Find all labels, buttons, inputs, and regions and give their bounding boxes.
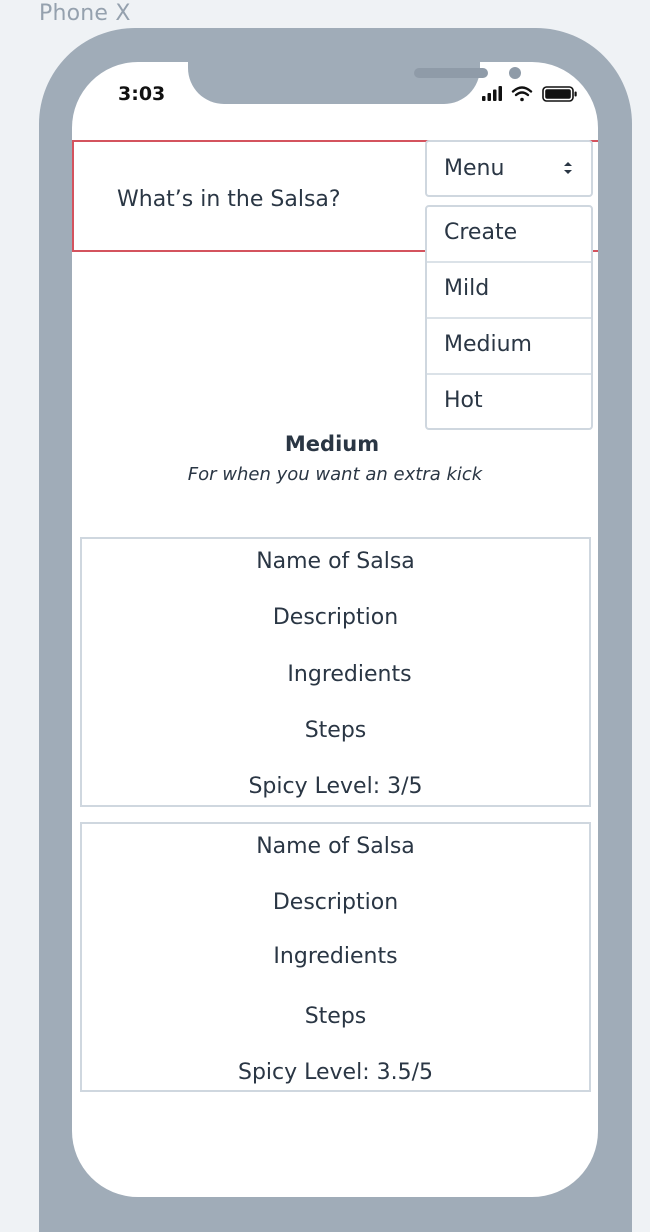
menu-item-label: Medium xyxy=(444,332,532,357)
menu-item-medium[interactable]: Medium xyxy=(427,319,591,375)
menu-select-label: Menu xyxy=(444,156,505,181)
salsa-steps: Steps xyxy=(304,718,367,743)
menu-item-label: Create xyxy=(444,220,518,245)
menu-dropdown: Create Mild Medium Hot xyxy=(425,205,593,430)
level-heading: Medium xyxy=(284,432,380,456)
salsa-ingredients: Ingredients xyxy=(273,944,398,969)
menu-item-label: Mild xyxy=(444,276,490,301)
salsa-name: Name of Salsa xyxy=(256,549,415,574)
menu-item-mild[interactable]: Mild xyxy=(427,263,591,319)
salsa-card[interactable]: Name of Salsa Description Ingredients St… xyxy=(80,822,591,1092)
page-title: What’s in the Salsa? xyxy=(117,187,341,212)
phone-notch xyxy=(188,62,521,104)
salsa-description: Description xyxy=(272,890,399,915)
updown-arrows-icon xyxy=(564,162,572,174)
speaker-grille xyxy=(414,68,488,78)
wifi-icon xyxy=(511,86,533,102)
salsa-card[interactable]: Name of Salsa Description Ingredients St… xyxy=(80,537,591,807)
salsa-ingredients: Ingredients xyxy=(287,662,412,687)
salsa-spicy-level: Spicy Level: 3/5 xyxy=(248,774,423,799)
signal-icon xyxy=(482,86,502,101)
menu-select[interactable]: Menu xyxy=(425,140,593,197)
frame-label: Phone X xyxy=(39,1,131,26)
status-time: 3:03 xyxy=(118,83,166,105)
front-camera xyxy=(509,67,521,79)
status-icons xyxy=(482,84,578,104)
menu-item-label: Hot xyxy=(444,388,483,413)
menu-item-hot[interactable]: Hot xyxy=(427,375,591,431)
salsa-name: Name of Salsa xyxy=(256,834,415,859)
level-tagline: For when you want an extra kick xyxy=(187,464,483,485)
salsa-description: Description xyxy=(272,605,399,630)
phone-screen: 3:03 What’s in the Salsa? Menu Create Mi… xyxy=(72,62,598,1197)
salsa-steps: Steps xyxy=(304,1004,367,1029)
battery-icon xyxy=(542,86,577,102)
salsa-spicy-level: Spicy Level: 3.5/5 xyxy=(237,1060,434,1085)
menu-item-create[interactable]: Create xyxy=(427,207,591,263)
